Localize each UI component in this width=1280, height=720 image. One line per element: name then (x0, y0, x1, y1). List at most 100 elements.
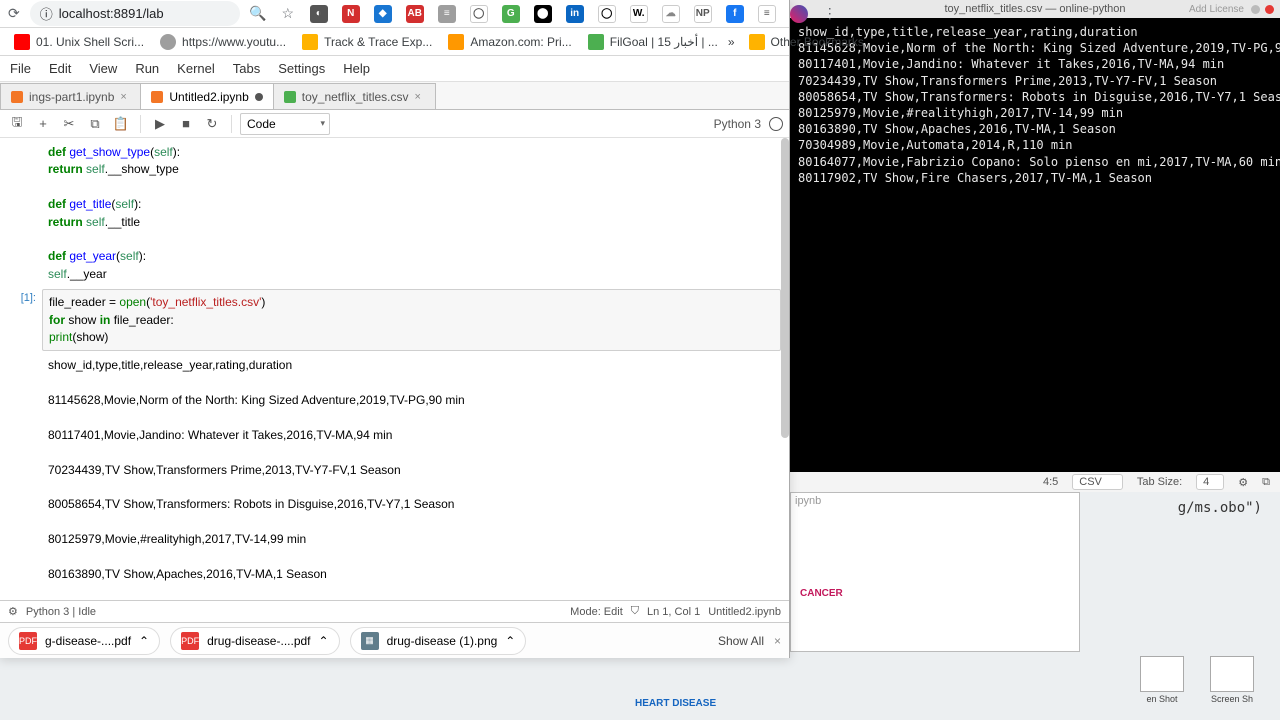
tab-label: ings-part1.ipynb (29, 90, 114, 104)
ext-icon-5[interactable]: ≡ (438, 5, 456, 23)
profile-avatar[interactable] (790, 5, 808, 23)
restart-button[interactable]: ↻ (201, 113, 223, 135)
close-icon[interactable]: × (415, 92, 425, 102)
chevron-up-icon[interactable]: ⌃ (139, 634, 149, 648)
menu-help[interactable]: Help (343, 61, 370, 76)
editor-statusbar: 4:5 CSV Tab Size: 4 ⚙ ⧉ (790, 472, 1280, 492)
show-all-downloads[interactable]: Show All (718, 634, 764, 648)
stop-button[interactable]: ■ (175, 113, 197, 135)
facebook-icon[interactable]: f (726, 5, 744, 23)
ext-icon-3[interactable]: ◆ (374, 5, 392, 23)
save-button[interactable]: 🖫 (6, 113, 28, 135)
download-item[interactable]: ▦drug-disease (1).png⌃ (350, 627, 527, 655)
run-button[interactable]: ▶ (149, 113, 171, 135)
unsaved-dot-icon (255, 93, 263, 101)
file-label: en Shot (1146, 694, 1177, 704)
code-cell-fragment[interactable]: def get_show_type(self): return self.__s… (8, 144, 781, 287)
ext-icon-10[interactable]: W. (630, 5, 648, 23)
notebook-area[interactable]: def get_show_type(self): return self.__s… (0, 138, 789, 600)
close-icon[interactable]: × (120, 92, 130, 102)
ext-icon-4[interactable]: AB (406, 5, 424, 23)
lsp-icon[interactable]: ⚙ (8, 605, 18, 618)
tab-csv[interactable]: toy_netflix_titles.csv× (273, 83, 436, 109)
bookmark-item[interactable]: FilGoal | أخبار 15 | ... (582, 32, 724, 52)
csv-icon (284, 91, 296, 103)
code-body[interactable]: def get_show_type(self): return self.__s… (42, 144, 781, 287)
min-dot[interactable] (1251, 5, 1260, 14)
kebab-menu-icon[interactable]: ⋮ (822, 6, 838, 22)
tab-label: Untitled2.ipynb (169, 90, 248, 104)
close-dot[interactable] (1265, 5, 1274, 14)
insert-cell-button[interactable]: + (32, 113, 54, 135)
add-license-link[interactable]: Add License (1189, 4, 1244, 15)
tabsize-select[interactable]: 4 (1196, 474, 1224, 490)
share-icon[interactable]: ⧉ (1262, 476, 1270, 489)
download-item[interactable]: PDFdrug-disease-....pdf⌃ (170, 627, 339, 655)
menu-run[interactable]: Run (135, 61, 159, 76)
bookmark-item[interactable]: 01. Unix Shell Scri... (8, 32, 150, 52)
search-icon[interactable]: 🔍 (250, 6, 266, 22)
kernel-status-icon (769, 117, 783, 131)
tab-ings-part1[interactable]: ings-part1.ipynb × (0, 83, 141, 109)
ext-icon-1[interactable]: ◐ (310, 5, 328, 23)
ext-icon-7[interactable]: G (502, 5, 520, 23)
chevron-up-icon[interactable]: ⌃ (319, 634, 329, 648)
output-cell: show_id,type,title,release_year,rating,d… (8, 353, 781, 600)
menu-view[interactable]: View (89, 61, 117, 76)
separator (231, 115, 232, 133)
download-item[interactable]: PDFg-disease-....pdf⌃ (8, 627, 160, 655)
language-select[interactable]: CSV (1072, 474, 1123, 490)
menu-settings[interactable]: Settings (278, 61, 325, 76)
other-bookmarks[interactable]: Other Bookmarks (743, 32, 870, 52)
tab-untitled2[interactable]: Untitled2.ipynb (140, 83, 273, 109)
ext-icon-8[interactable]: ⬤ (534, 5, 552, 23)
bookmark-label: https://www.youtu... (182, 35, 286, 49)
address-bar[interactable]: ⓘ localhost:8891/lab (30, 1, 240, 26)
other-bookmarks-label: Other Bookmarks (771, 35, 864, 49)
site-info-icon[interactable]: ⓘ (40, 4, 53, 23)
trust-icon[interactable]: ⛉ (631, 605, 639, 618)
editor-titlebar: toy_netflix_titles.csv — online-python A… (790, 0, 1280, 18)
menu-edit[interactable]: Edit (49, 61, 71, 76)
bookmark-label: FilGoal | أخبار 15 | ... (610, 35, 718, 49)
bookmark-item[interactable]: Track & Trace Exp... (296, 32, 438, 52)
close-downloads-icon[interactable]: × (774, 634, 781, 648)
bookmarks-bar: 01. Unix Shell Scri... https://www.youtu… (0, 28, 789, 56)
bookmarks-overflow[interactable]: » (728, 35, 735, 49)
celltype-select[interactable]: Code (240, 113, 330, 135)
bookmark-label: Amazon.com: Pri... (470, 35, 571, 49)
bookmark-label: 01. Unix Shell Scri... (36, 35, 144, 49)
bookmark-favicon (302, 34, 318, 50)
linkedin-icon[interactable]: in (566, 5, 584, 23)
cursor-position: Ln 1, Col 1 (647, 606, 700, 618)
cut-button[interactable]: ✂ (58, 113, 80, 135)
ext-icon-9[interactable]: ◯ (598, 5, 616, 23)
bookmark-item[interactable]: Amazon.com: Pri... (442, 32, 577, 52)
youtube-icon (14, 34, 30, 50)
ext-icon-11[interactable]: ☁ (662, 5, 680, 23)
ext-icon-2[interactable]: N (342, 5, 360, 23)
desktop-file[interactable]: Screen Sh (1208, 656, 1256, 704)
ext-icon-13[interactable]: ≡ (758, 5, 776, 23)
bookmark-item[interactable]: https://www.youtu... (154, 32, 292, 52)
desktop-file[interactable]: en Shot (1138, 656, 1186, 704)
paste-button[interactable]: 📋 (110, 113, 132, 135)
ext-icon-6[interactable]: ◯ (470, 5, 488, 23)
code-cell-1[interactable]: [1]: file_reader = open('toy_netflix_tit… (8, 289, 781, 351)
ext-icon-12[interactable]: NP (694, 5, 712, 23)
scrollbar[interactable] (781, 138, 789, 438)
menu-file[interactable]: File (10, 61, 31, 76)
cell-prompt (8, 144, 42, 287)
browser-toolbar: ⟳ ⓘ localhost:8891/lab 🔍 ☆ ◐ N ◆ AB ≡ ◯ … (0, 0, 789, 28)
chevron-up-icon[interactable]: ⌃ (505, 634, 515, 648)
reload-icon[interactable]: ⟳ (8, 6, 20, 22)
menu-tabs[interactable]: Tabs (233, 61, 260, 76)
gear-icon[interactable]: ⚙ (1238, 476, 1248, 489)
star-icon[interactable]: ☆ (280, 6, 296, 22)
copy-button[interactable]: ⧉ (84, 113, 106, 135)
file-tabs: ings-part1.ipynb × Untitled2.ipynb toy_ne… (0, 82, 789, 110)
url-text: localhost:8891/lab (59, 6, 164, 21)
code-body[interactable]: file_reader = open('toy_netflix_titles.c… (42, 289, 781, 351)
kernel-name[interactable]: Python 3 (714, 117, 761, 131)
menu-kernel[interactable]: Kernel (177, 61, 215, 76)
